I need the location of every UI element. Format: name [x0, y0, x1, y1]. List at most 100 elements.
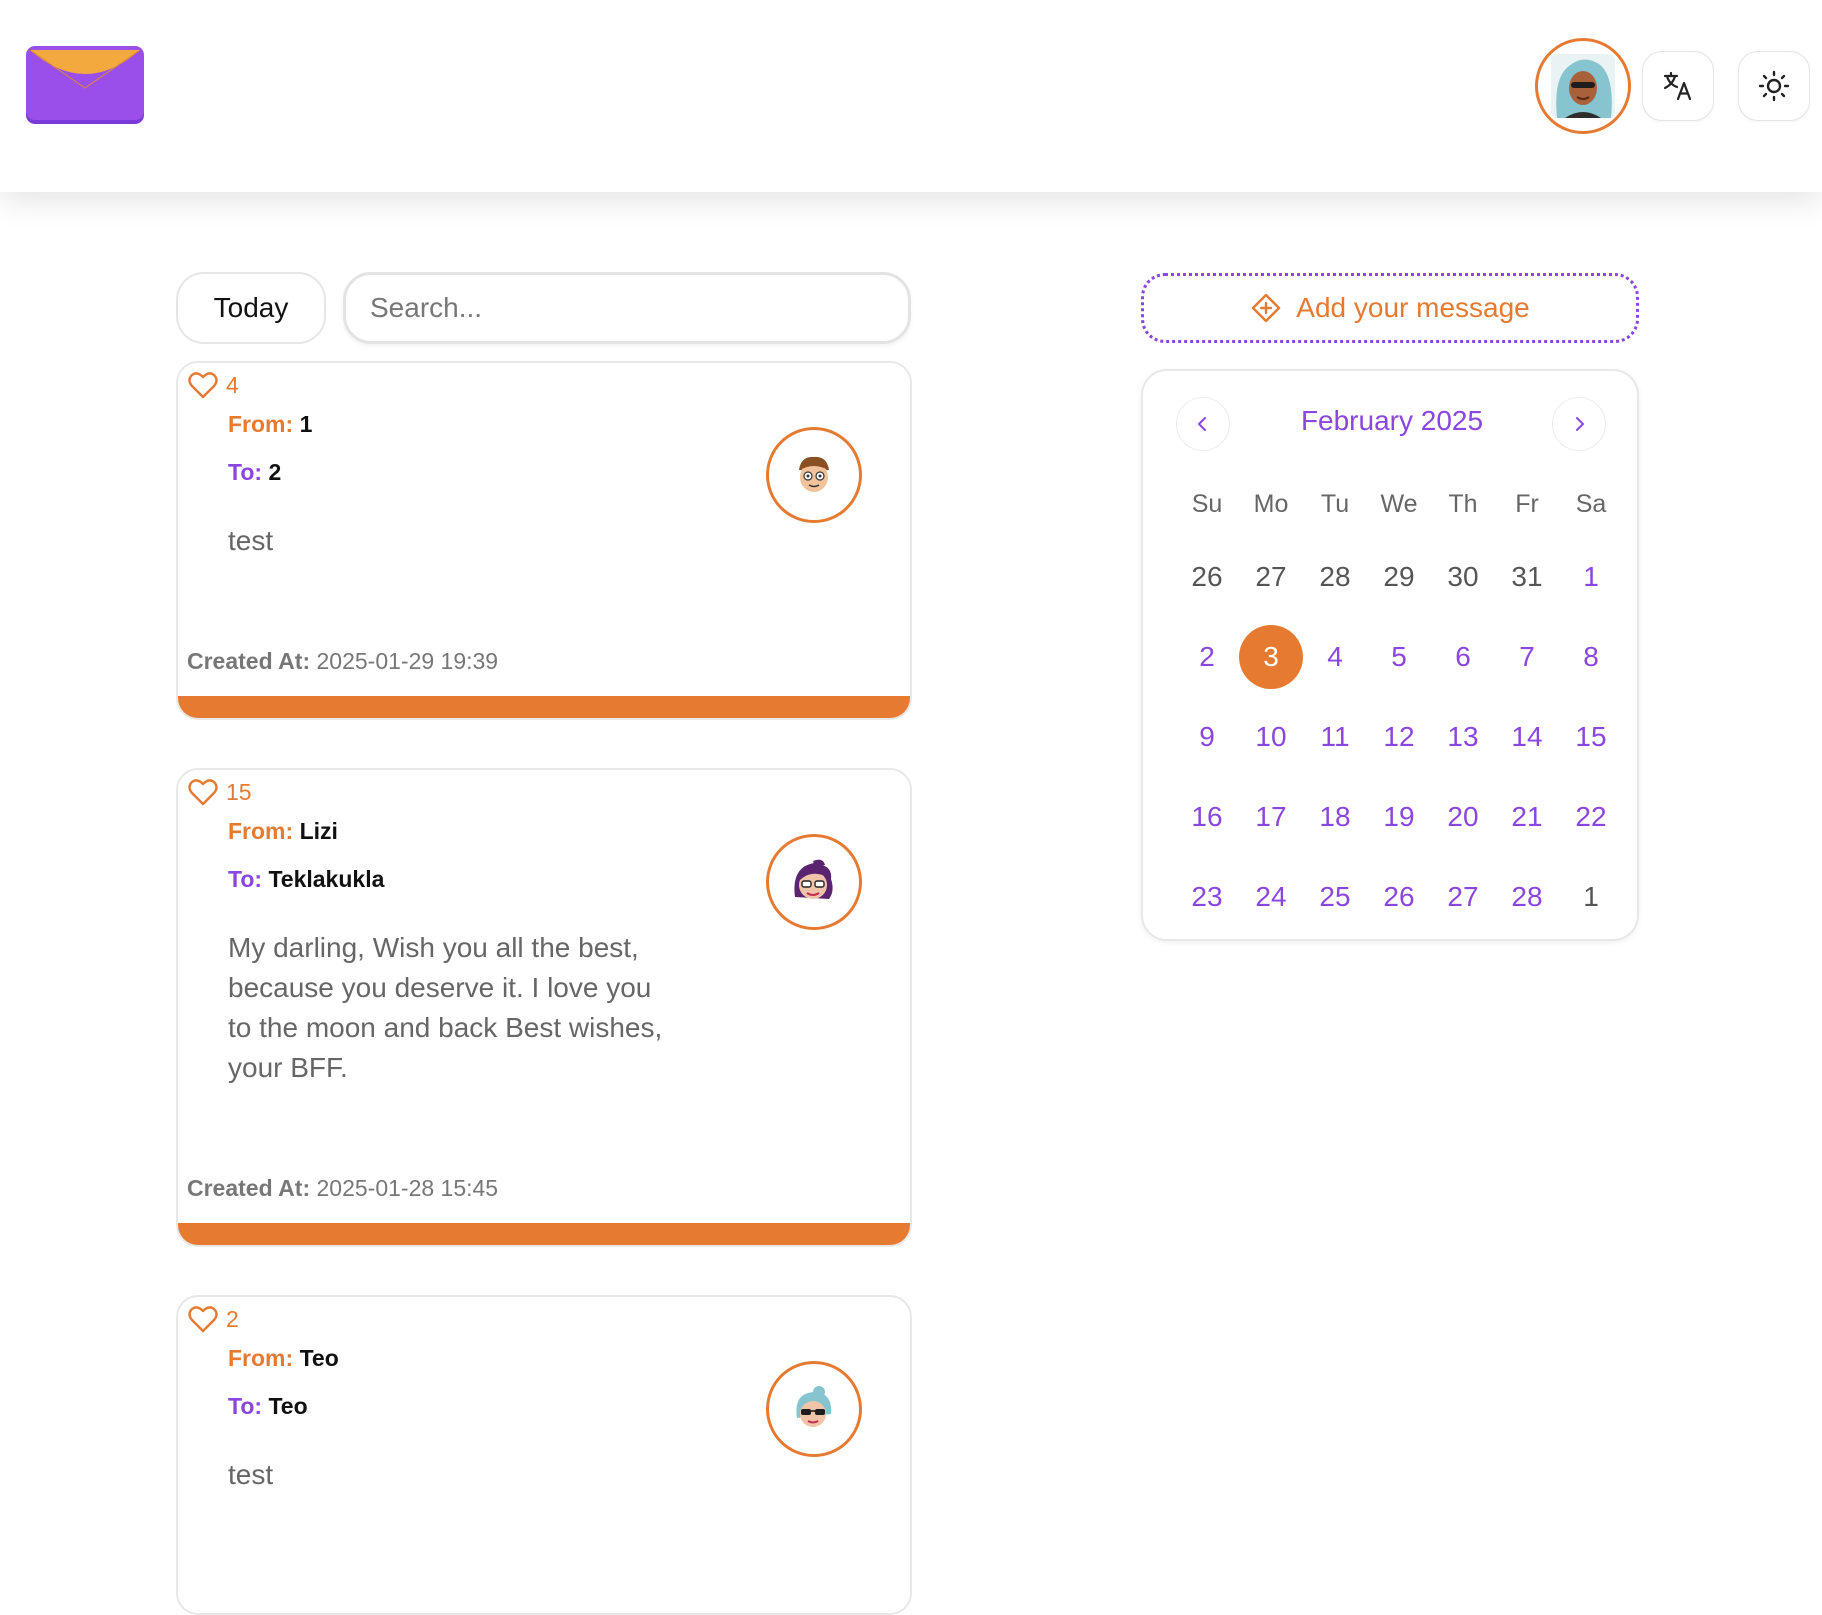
- calendar-day[interactable]: 12: [1367, 697, 1431, 777]
- calendar-day-number: 7: [1519, 641, 1535, 672]
- message-card: 15 From: Lizi To: Teklakukla My darling,…: [176, 768, 912, 1247]
- calendar-day[interactable]: 15: [1559, 697, 1623, 777]
- add-message-button[interactable]: Add your message: [1141, 273, 1639, 343]
- calendar-day[interactable]: 19: [1367, 777, 1431, 857]
- calendar-day-number: 18: [1319, 801, 1351, 832]
- top-bar: [0, 0, 1822, 192]
- like-button[interactable]: 15: [188, 778, 252, 806]
- calendar-day[interactable]: 21: [1495, 777, 1559, 857]
- sender-avatar: [766, 834, 862, 930]
- today-button[interactable]: Today: [176, 272, 326, 344]
- calendar-day[interactable]: 7: [1495, 617, 1559, 697]
- from-label: From:: [228, 818, 294, 844]
- chevron-right-icon: [1576, 417, 1584, 431]
- calendar-day[interactable]: 24: [1239, 857, 1303, 937]
- calendar-weekday: Tu: [1320, 489, 1350, 518]
- calendar-day-number: 9: [1199, 721, 1215, 752]
- calendar-day[interactable]: 28: [1303, 537, 1367, 617]
- calendar-day[interactable]: 6: [1431, 617, 1495, 697]
- add-message-label: Add your message: [1296, 292, 1530, 323]
- to-label: To:: [228, 1393, 263, 1419]
- calendar-day[interactable]: 11: [1303, 697, 1367, 777]
- sun-icon: [1758, 70, 1790, 102]
- search-input[interactable]: [343, 272, 911, 344]
- calendar-day[interactable]: 27: [1431, 857, 1495, 937]
- calendar-month-title: February 2025: [1300, 405, 1484, 436]
- message-from: From: 1: [228, 411, 312, 438]
- calendar-day[interactable]: 16: [1175, 777, 1239, 857]
- like-button[interactable]: 2: [188, 1305, 239, 1333]
- theme-toggle-button[interactable]: [1738, 51, 1810, 121]
- to-value: Teo: [268, 1393, 308, 1419]
- calendar-day[interactable]: 25: [1303, 857, 1367, 937]
- calendar-day[interactable]: 2: [1175, 617, 1239, 697]
- created-at: Created At: 2025-01-29 19:39: [187, 648, 498, 675]
- calendar-day[interactable]: 1: [1559, 857, 1623, 937]
- message-from: From: Teo: [228, 1345, 339, 1372]
- calendar-day-number: 14: [1511, 721, 1543, 752]
- calendar-day[interactable]: 1: [1559, 537, 1623, 617]
- heart-icon: [188, 779, 218, 806]
- calendar-next-button[interactable]: [1552, 397, 1606, 451]
- message-to: To: Teo: [228, 1393, 308, 1420]
- calendar-day[interactable]: 30: [1431, 537, 1495, 617]
- calendar-day-number: 23: [1191, 881, 1223, 912]
- calendar-day[interactable]: 20: [1431, 777, 1495, 857]
- calendar-day[interactable]: 14: [1495, 697, 1559, 777]
- calendar-day[interactable]: 17: [1239, 777, 1303, 857]
- calendar-day[interactable]: 28: [1495, 857, 1559, 937]
- like-button[interactable]: 4: [188, 371, 239, 399]
- like-count: 15: [226, 778, 252, 805]
- calendar-day[interactable]: 4: [1303, 617, 1367, 697]
- from-value: Lizi: [299, 818, 338, 844]
- message-to: To: Teklakukla: [228, 866, 384, 893]
- to-value: Teklakukla: [268, 866, 385, 892]
- card-footer-bar: [178, 696, 910, 718]
- translate-icon: [1663, 71, 1692, 101]
- from-label: From:: [228, 411, 294, 437]
- created-value: 2025-01-29 19:39: [316, 648, 499, 674]
- calendar-day-number: 16: [1191, 801, 1223, 832]
- calendar-day[interactable]: 26: [1367, 857, 1431, 937]
- calendar-day[interactable]: 9: [1175, 697, 1239, 777]
- calendar-day[interactable]: 10: [1239, 697, 1303, 777]
- calendar-weekday: Fr: [1515, 489, 1539, 518]
- calendar-prev-button[interactable]: [1176, 397, 1230, 451]
- calendar-day-selected[interactable]: 3: [1239, 617, 1303, 697]
- calendar-day[interactable]: 23: [1175, 857, 1239, 937]
- calendar-day[interactable]: 22: [1559, 777, 1623, 857]
- calendar-day-number: 4: [1327, 641, 1343, 672]
- calendar-day[interactable]: 29: [1367, 537, 1431, 617]
- message-card: 4 From: 1 To: 2 test Created At: 2025-01…: [176, 361, 912, 720]
- calendar-day[interactable]: 5: [1367, 617, 1431, 697]
- calendar-day[interactable]: 31: [1495, 537, 1559, 617]
- profile-avatar[interactable]: [1535, 38, 1631, 134]
- heart-icon: [188, 1306, 218, 1333]
- calendar-day-number: 15: [1575, 721, 1607, 752]
- calendar-day[interactable]: 8: [1559, 617, 1623, 697]
- like-count: 4: [226, 371, 239, 398]
- message-card: 2 From: Teo To: Teo test: [176, 1295, 912, 1615]
- calendar-day-number: 10: [1255, 721, 1287, 752]
- calendar-day-number: 1: [1583, 881, 1599, 912]
- calendar-day[interactable]: 18: [1303, 777, 1367, 857]
- calendar-day-number: 25: [1319, 881, 1351, 912]
- calendar-day[interactable]: 13: [1431, 697, 1495, 777]
- calendar-day-number: 31: [1511, 561, 1543, 592]
- to-label: To:: [228, 866, 263, 892]
- calendar-day-number: 24: [1255, 881, 1287, 912]
- calendar-day-number: 1: [1583, 561, 1599, 592]
- heart-icon: [188, 372, 218, 399]
- calendar-day-number: 19: [1383, 801, 1415, 832]
- calendar-day-number: 6: [1455, 641, 1471, 672]
- calendar-day-number: 28: [1511, 881, 1543, 912]
- calendar-weekday: Su: [1191, 489, 1223, 518]
- message-from: From: Lizi: [228, 818, 338, 845]
- created-value: 2025-01-28 15:45: [316, 1175, 499, 1201]
- calendar-day-number: 22: [1575, 801, 1607, 832]
- message-text: test: [228, 525, 274, 556]
- envelope-icon[interactable]: [26, 46, 148, 128]
- translate-button[interactable]: [1642, 51, 1714, 121]
- calendar-day[interactable]: 27: [1239, 537, 1303, 617]
- calendar-day[interactable]: 26: [1175, 537, 1239, 617]
